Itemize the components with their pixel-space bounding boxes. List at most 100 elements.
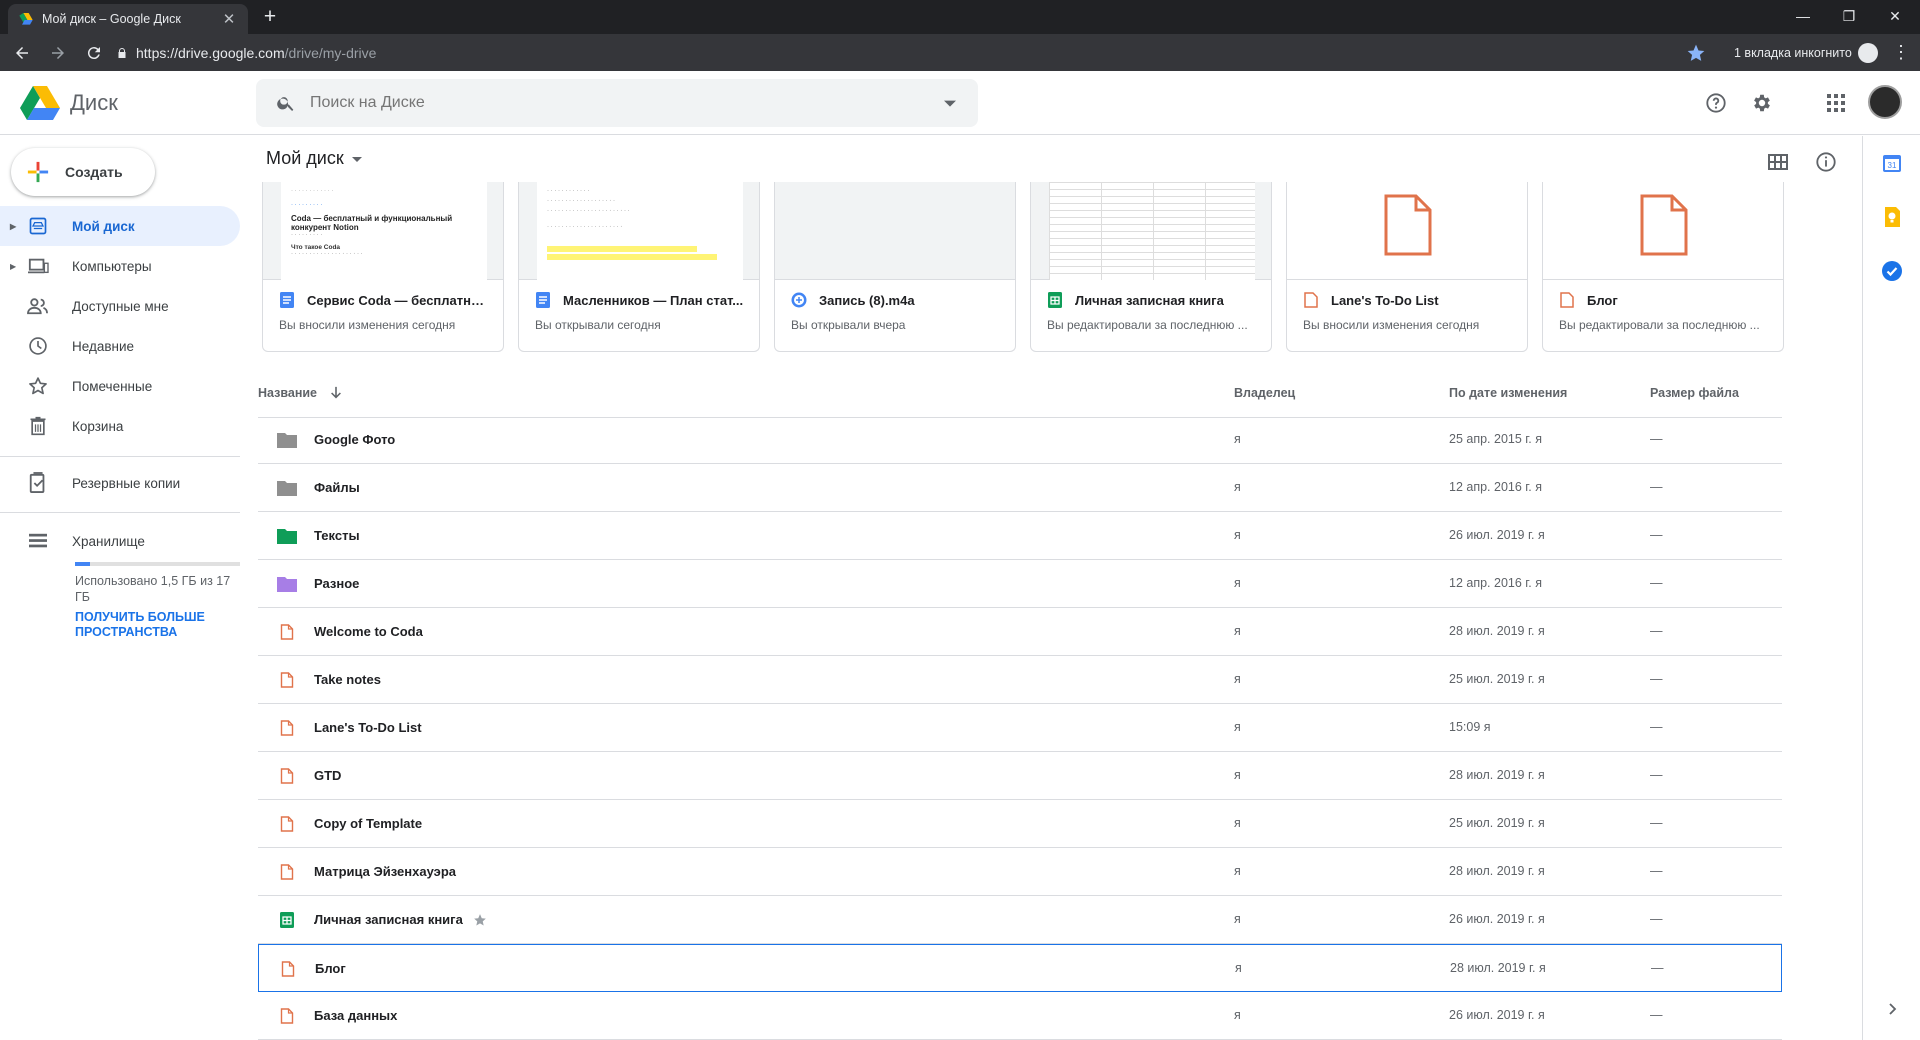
sheet-preview [1049,182,1255,280]
sidebar-item-label: Компьютеры [72,258,152,274]
sidebar-item-storage[interactable]: Хранилище [0,521,240,561]
quick-access-card[interactable]: Блог Вы редактировали за последнюю ... [1542,182,1784,352]
get-more-storage-link[interactable]: ПОЛУЧИТЬ БОЛЬШЕ ПРОСТРАНСТВА [75,610,235,640]
close-window-button[interactable]: ✕ [1872,0,1918,32]
quick-access-card[interactable]: · · · · · · · · · · · · · · · · · · · · … [262,182,504,352]
reload-button[interactable] [80,39,108,67]
file-owner: я [1234,480,1241,494]
file-size: — [1650,432,1663,446]
sidebar-item-trash[interactable]: Корзина [0,406,240,446]
quick-access-card[interactable]: Запись (8).m4a Вы открывали вчера [774,182,1016,352]
bookmark-star-icon[interactable] [1686,43,1706,63]
table-row[interactable]: Разное я 12 апр. 2016 г. я — [258,560,1782,608]
sidebar-item-recent[interactable]: Недавние [0,326,240,366]
column-modified[interactable]: По дате изменения [1449,386,1567,400]
file-icon [276,622,298,642]
table-row[interactable]: Тексты я 26 июл. 2019 г. я — [258,512,1782,560]
table-row[interactable]: Матрица Эйзенхауэра я 28 июл. 2019 г. я — [258,848,1782,896]
new-tab-button[interactable]: + [258,6,282,30]
incognito-label: 1 вкладка инкогнито [1734,46,1852,60]
quick-access-card[interactable]: Lane's To-Do List Вы вносили изменения с… [1286,182,1528,352]
expand-arrow-icon[interactable]: ▶ [10,222,22,231]
column-size[interactable]: Размер файла [1650,386,1739,400]
column-name[interactable]: Название [258,386,343,400]
sidebar-item-computers[interactable]: ▶ Компьютеры [0,246,240,286]
sort-arrow-down-icon[interactable] [329,386,343,400]
file-size: — [1650,1008,1663,1022]
info-icon[interactable] [1810,146,1842,178]
tasks-icon[interactable] [1881,260,1903,282]
back-button[interactable] [8,39,36,67]
create-button[interactable]: Создать [11,148,155,196]
table-row[interactable]: Take notes я 25 июл. 2019 г. я — [258,656,1782,704]
sidebar-item-label: Резервные копии [72,475,181,491]
incognito-icon [1857,43,1878,63]
search-options-icon[interactable] [930,97,970,109]
browser-menu-icon[interactable]: ⋮ [1892,42,1910,63]
expand-arrow-icon[interactable]: ▶ [10,262,22,271]
star-icon [26,374,50,398]
card-subtitle: Вы редактировали за последнюю ... [1559,318,1760,332]
keep-icon[interactable] [1881,206,1903,228]
table-row[interactable]: Блог я 28 июл. 2019 г. я — [258,944,1782,992]
quick-access-card[interactable]: · · · · · · · · · · · · · · · · · · · · … [518,182,760,352]
file-name: GTD [314,768,342,783]
sidebar-item-shared[interactable]: Доступные мне [0,286,240,326]
card-subtitle: Вы редактировали за последнюю ... [1047,318,1248,332]
file-owner: я [1234,672,1241,686]
calendar-icon[interactable]: 31 [1881,152,1903,174]
table-row[interactable]: Copy of Template я 25 июл. 2019 г. я — [258,800,1782,848]
help-icon[interactable] [1696,83,1736,123]
sidebar-item-label: Доступные мне [72,298,169,314]
sidebar-item-my-drive[interactable]: ▶ Мой диск [0,206,240,246]
settings-gear-icon[interactable] [1742,83,1782,123]
url-field[interactable]: https://drive.google.com/drive/my-drive [108,38,1688,67]
sidebar-item-backups[interactable]: Резервные копии [0,463,240,503]
card-subtitle: Вы открывали сегодня [535,318,661,332]
grid-view-icon[interactable] [1762,146,1794,178]
forward-button[interactable] [44,39,72,67]
minimize-button[interactable]: — [1780,0,1826,32]
table-row[interactable]: Личная записная книга я 26 июл. 2019 г. я — [258,896,1782,944]
search-input[interactable] [310,94,930,112]
incognito-indicator[interactable]: 1 вкладка инкогнито [1734,43,1878,63]
shared-icon [26,294,50,318]
chevron-right-icon[interactable] [1885,1002,1899,1016]
card-title: Lane's To-Do List [1303,292,1515,308]
sidebar-item-starred[interactable]: Помеченные [0,366,240,406]
table-row[interactable]: Файлы я 12 апр. 2016 г. я — [258,464,1782,512]
search-icon[interactable] [266,83,306,123]
tab-close-icon[interactable]: ✕ [220,10,238,28]
table-row[interactable]: База данных я 26 июл. 2019 г. я — [258,992,1782,1040]
storage-used-text: Использовано 1,5 ГБ из 17 ГБ [75,574,231,604]
doc-preview: · · · · · · · · · · · · · · · · · · · · … [281,182,487,280]
sheets-icon [276,910,298,930]
plus-icon [27,161,49,183]
drive-logo[interactable]: Диск [20,85,118,121]
file-owner: я [1234,576,1241,590]
file-owner: я [1234,528,1241,542]
file-name: Файлы [314,480,360,495]
table-row[interactable]: Lane's To-Do List я 15:09 я — [258,704,1782,752]
browser-tab[interactable]: Мой диск – Google Диск ✕ [8,4,248,34]
file-modified: 28 июл. 2019 г. я [1449,768,1545,782]
quick-access-card[interactable]: Личная записная книга Вы редактировали з… [1030,182,1272,352]
card-thumbnail [775,182,1015,280]
table-row[interactable]: Welcome to Coda я 28 июл. 2019 г. я — [258,608,1782,656]
card-thumbnail [1031,182,1271,280]
restore-button[interactable]: ❐ [1826,0,1872,32]
url-path: /drive/my-drive [284,44,377,61]
account-avatar[interactable] [1868,85,1902,119]
sidebar-item-label: Корзина [72,418,124,434]
column-owner[interactable]: Владелец [1234,386,1295,400]
trash-icon [26,414,50,438]
breadcrumb[interactable]: Мой диск [266,148,362,169]
file-icon [1304,292,1318,308]
apps-grid-icon[interactable] [1816,83,1856,123]
table-row[interactable]: GTD я 28 июл. 2019 г. я — [258,752,1782,800]
file-modified: 15:09 я [1449,720,1491,734]
file-list-header: Название Владелец По дате изменения Разм… [258,370,1782,418]
file-icon [276,1006,298,1026]
file-modified: 26 июл. 2019 г. я [1449,528,1545,542]
table-row[interactable]: Google Фото я 25 апр. 2015 г. я — [258,416,1782,464]
